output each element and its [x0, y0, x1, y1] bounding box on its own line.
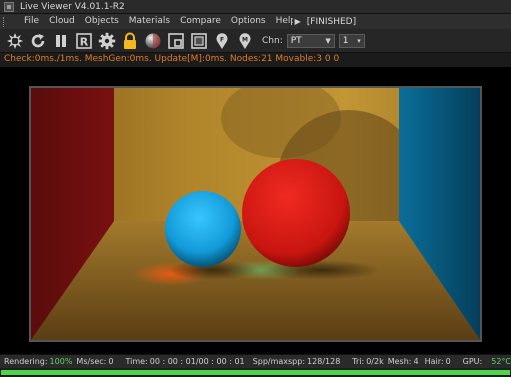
lock-icon[interactable] — [119, 30, 141, 52]
spinner-arrows-icon: ▾ — [357, 36, 361, 45]
chevron-right-icon[interactable]: ▶ — [295, 17, 301, 26]
region-icon[interactable] — [165, 30, 187, 52]
menu-objects[interactable]: Objects — [80, 14, 124, 29]
channel-select[interactable]: PT ▼ — [286, 33, 335, 48]
pause-icon[interactable] — [50, 30, 72, 52]
menu-grip-icon — [3, 16, 13, 27]
gear-icon[interactable] — [96, 30, 118, 52]
svg-text:R: R — [80, 35, 89, 48]
status-bar: Rendering: 100% Ms/sec: 0 Time: 00 : 00 … — [0, 354, 511, 368]
spp-label: Spp/maxspp: — [252, 357, 306, 366]
menu-cloud[interactable]: Cloud — [44, 14, 80, 29]
render-progress-fill — [1, 370, 510, 375]
window-title: Live Viewer V4.01.1-R2 — [20, 1, 125, 12]
render-status-text: [FINISHED] — [306, 16, 357, 27]
render-image[interactable] — [29, 86, 482, 342]
hair-value: 0 — [445, 357, 451, 366]
menu-bar: File Cloud Objects Materials Compare Opt… — [0, 14, 511, 29]
mesh-label: Mesh: — [387, 357, 412, 366]
red-sphere — [242, 159, 350, 267]
menu-materials[interactable]: Materials — [124, 14, 175, 29]
time-value: 00 : 00 : 01/00 : 00 : 01 — [149, 357, 245, 366]
blue-sphere — [165, 191, 241, 267]
gpu-temperature: 52°C — [491, 357, 511, 366]
rendering-label: Rendering: — [4, 357, 48, 366]
time-label: Time: — [125, 357, 148, 366]
r-icon[interactable]: R — [73, 30, 95, 52]
menu-options[interactable]: Options — [226, 14, 271, 29]
spp-value: 128/128 — [307, 357, 341, 366]
render-viewport[interactable] — [0, 67, 511, 354]
svg-text:M: M — [242, 36, 248, 43]
chevron-down-icon: ▼ — [325, 36, 331, 45]
mesh-value: 4 — [413, 357, 419, 366]
toolbar: R F M Chn: PT ▼ 1 ▾ — [0, 29, 511, 53]
ms-label: Ms/sec: — [76, 357, 107, 366]
material-ball-icon[interactable] — [142, 30, 164, 52]
value-spinner[interactable]: 1 ▾ — [338, 33, 365, 48]
tri-label: Tri: — [352, 357, 365, 366]
picker-pin-icon[interactable]: M — [234, 30, 256, 52]
stats-line: Check:0ms./1ms. MeshGen:0ms. Update[M]:0… — [4, 54, 340, 64]
tri-value: 0/2k — [366, 357, 384, 366]
svg-text:F: F — [220, 36, 224, 43]
channel-select-value: PT — [290, 35, 302, 46]
menu-help[interactable]: Help — [271, 14, 293, 29]
title-bar: Live Viewer V4.01.1-R2 — [0, 0, 511, 14]
app-icon — [4, 1, 14, 12]
menu-compare[interactable]: Compare — [175, 14, 226, 29]
film-region-icon[interactable] — [188, 30, 210, 52]
aperture-icon[interactable] — [4, 30, 26, 52]
rendering-value: 100% — [49, 357, 73, 366]
render-progress-bar — [0, 368, 511, 377]
restart-icon[interactable] — [27, 30, 49, 52]
menu-file[interactable]: File — [19, 14, 44, 29]
spinner-value: 1 — [342, 35, 349, 46]
channel-label: Chn: — [262, 35, 283, 46]
focus-pin-icon[interactable]: F — [211, 30, 233, 52]
hair-label: Hair: — [424, 357, 444, 366]
ms-value: 0 — [108, 357, 114, 366]
gpu-label: GPU: — [462, 357, 483, 366]
rendered-scene — [31, 88, 480, 340]
